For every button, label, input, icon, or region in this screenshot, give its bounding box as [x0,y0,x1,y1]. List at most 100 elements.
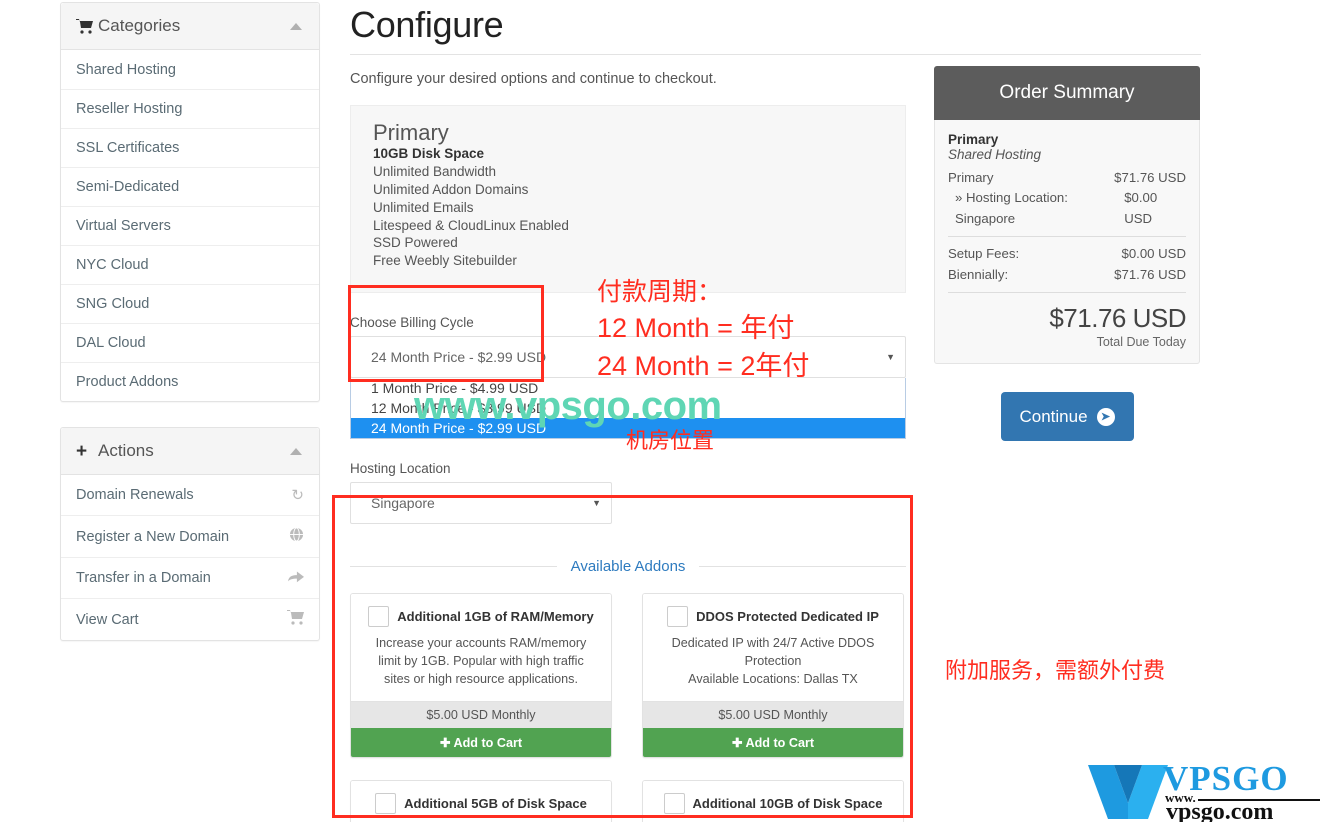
sidebar-item-dal-cloud[interactable]: DAL Cloud [61,323,319,362]
sidebar-item-sng-cloud[interactable]: SNG Cloud [61,284,319,323]
categories-panel: Categories Shared Hosting Reseller Hosti… [60,2,320,402]
annotation-addons-note: 附加服务，需额外付费 [945,658,1166,683]
categories-panel-header[interactable]: Categories [61,3,319,50]
addon-checkbox[interactable] [667,605,689,627]
add-to-cart-button[interactable]: ✚ Add to Cart [351,727,611,757]
available-addons-divider: Available Addons [350,558,907,575]
addon-header: Additional 10GB of Disk Space [657,792,889,814]
sidebar-item-label: Semi-Dedicated [76,179,180,195]
divider-line-left [350,565,557,567]
sidebar-item-label: Transfer in a Domain [76,570,211,586]
add-to-cart-label: Add to Cart [453,735,523,750]
chevron-up-icon[interactable] [290,447,302,455]
addon-price: $5.00 USD Monthly [643,700,903,728]
sidebar-item-label: Reseller Hosting [76,101,183,117]
continue-button[interactable]: Continue ➤ [1000,392,1134,442]
addon-body: DDOS Protected Dedicated IP Dedicated IP… [643,593,903,701]
addon-checkbox[interactable] [663,792,685,814]
product-feature: Unlimited Addon Domains [373,181,529,197]
chevron-down-icon: ▼ [886,351,895,362]
sidebar-item-label: Domain Renewals [76,487,194,503]
sidebar-item-shared-hosting[interactable]: Shared Hosting [61,50,319,89]
product-feature: Litespeed & CloudLinux Enabled [373,217,569,233]
addon-name: Additional 10GB of Disk Space [692,795,883,811]
annotation-billing-line-3: 24 Month = 2年付 [597,351,810,381]
sidebar-item-label: Product Addons [76,374,179,390]
addon-price: $5.00 USD Monthly [351,700,611,728]
addon-name: DDOS Protected Dedicated IP [696,608,879,624]
addon-body: Additional 10GB of Disk Space Increase y… [643,780,903,822]
sidebar-item-semi-dedicated[interactable]: Semi-Dedicated [61,167,319,206]
sidebar-item-label: Shared Hosting [76,61,176,78]
sidebar-item-nyc-cloud[interactable]: NYC Cloud [61,245,319,284]
product-feature: SSD Powered [373,235,458,251]
chevron-down-icon: ▼ [592,497,601,508]
product-feature: Unlimited Bandwidth [373,164,497,180]
addon-description: Dedicated IP with 24/7 Active DDOS Prote… [671,635,875,686]
addon-checkbox[interactable] [375,792,397,814]
product-feature: Free Weebly Sitebuilder [373,253,517,269]
globe-icon [289,527,304,546]
summary-fee-value: $0.00 USD [1121,246,1186,262]
addon-checkbox[interactable] [368,605,390,627]
sidebar-item-domain-renewals[interactable]: Domain Renewals ↻ [61,475,319,515]
addon-header: Additional 1GB of RAM/Memory [365,605,597,627]
annotation-billing-line-1: 付款周期： [597,278,723,306]
order-summary-title: Order Summary [934,66,1200,120]
product-name: Primary [373,120,449,145]
cart-icon [287,610,304,629]
actions-panel-title: Actions [98,441,154,460]
add-to-cart-label: Add to Cart [745,735,815,750]
addons-grid: Additional 1GB of RAM/Memory Increase yo… [350,592,906,822]
order-summary-body: Primary Shared Hosting Primary $71.76 US… [934,120,1200,365]
summary-line-label: » Hosting Location: Singapore [955,190,1068,226]
summary-fee-item: Setup Fees: $0.00 USD [948,244,1186,264]
sidebar-item-label: Register a New Domain [76,528,230,545]
categories-list: Shared Hosting Reseller Hosting SSL Cert… [61,50,319,401]
addon-body: Additional 5GB of Disk Space Increase yo… [351,780,611,822]
addon-card: DDOS Protected Dedicated IP Dedicated IP… [642,592,904,758]
sidebar-item-label: View Cart [76,611,139,628]
summary-total-amount: $71.76 USD [1049,303,1186,334]
sidebar-item-ssl-certificates[interactable]: SSL Certificates [61,128,319,167]
add-to-cart-button[interactable]: ✚ Add to Cart [643,727,903,757]
hosting-location-select[interactable]: Singapore ▼ [350,481,612,524]
page-title: Configure [350,4,504,45]
sidebar-item-reseller-hosting[interactable]: Reseller Hosting [61,89,319,128]
plus-icon: + [76,440,88,462]
plus-icon: ✚ [439,735,451,750]
arrow-right-circle-icon: ➤ [1096,407,1115,426]
sidebar-item-label: NYC Cloud [76,257,149,273]
summary-fee-label: Biennially: [948,266,1009,282]
sidebar-item-transfer-domain[interactable]: Transfer in a Domain [61,557,319,598]
sidebar-item-virtual-servers[interactable]: Virtual Servers [61,206,319,245]
actions-panel-header[interactable]: + Actions [61,428,319,475]
page-subtitle: Configure your desired options and conti… [350,71,717,87]
addon-card: Additional 5GB of Disk Space Increase yo… [350,779,612,822]
addon-name: Additional 1GB of RAM/Memory [397,608,594,624]
sidebar-item-product-addons[interactable]: Product Addons [61,362,319,401]
refresh-icon: ↻ [291,487,304,504]
sidebar-item-label: SSL Certificates [76,140,180,156]
addon-card: Additional 1GB of RAM/Memory Increase yo… [350,592,612,758]
summary-total-label: Total Due Today [1096,335,1186,350]
summary-divider [948,236,1186,238]
addon-card: Additional 10GB of Disk Space Increase y… [642,779,904,822]
continue-button-label: Continue [1019,406,1088,426]
addon-name: Additional 5GB of Disk Space [404,795,587,811]
summary-fee-value: $71.76 USD [1114,266,1186,282]
sidebar-item-register-new-domain[interactable]: Register a New Domain [61,515,319,557]
order-summary-panel: Order Summary Primary Shared Hosting Pri… [934,66,1200,442]
sidebar-item-view-cart[interactable]: View Cart [61,598,319,640]
sidebar-item-label: Virtual Servers [76,218,171,234]
summary-line-value: $71.76 USD [1114,170,1186,185]
vpsgo-logo: VPSGO www. vpsgo.com [1088,759,1320,822]
summary-line-item: Primary $71.76 USD [948,168,1186,188]
summary-line-value: $0.00 USD [1124,190,1158,226]
vpsgo-logo-mark [1088,763,1168,822]
addon-header: Additional 5GB of Disk Space [365,792,597,814]
summary-line-item: » Hosting Location: Singapore $0.00 USD [948,188,1186,229]
chevron-up-icon[interactable] [290,22,302,30]
sidebar: Categories Shared Hosting Reseller Hosti… [60,2,320,666]
page-root: Categories Shared Hosting Reseller Hosti… [0,0,1323,822]
